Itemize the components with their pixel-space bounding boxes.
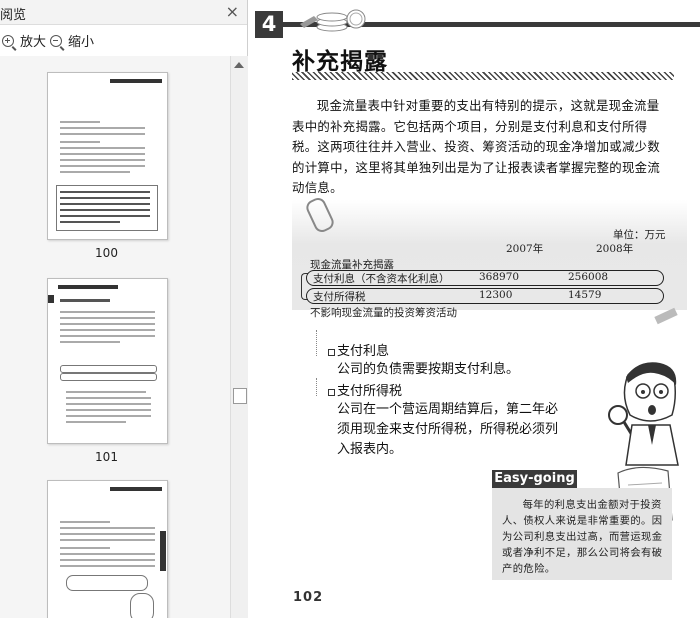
table-note: 不影响现金流量的投资筹资活动 — [310, 307, 457, 319]
thumbnail-page-100[interactable] — [47, 72, 168, 240]
zoom-out-label: 缩小 — [68, 35, 95, 50]
section-heading: 补充揭露 — [292, 48, 388, 75]
bullet-text-interest: 公司的负债需要按期支付利息。 — [337, 362, 520, 377]
close-icon[interactable]: × — [226, 2, 239, 21]
dotted-connector — [316, 378, 317, 396]
thumbnail-scrollbar[interactable] — [230, 56, 248, 618]
zoom-out-icon — [50, 34, 62, 47]
coins-illustration — [300, 9, 366, 32]
table-row: 支付所得税 12300 14579 — [306, 288, 664, 304]
scroll-up-arrow-icon[interactable] — [234, 62, 244, 68]
scrollbar-thumb[interactable] — [233, 388, 247, 404]
zoom-toolbar: 放大 缩小 — [0, 27, 247, 53]
easy-going-label: Easy-going — [492, 470, 577, 488]
bullet-square-icon — [328, 349, 335, 356]
table-row: 支付利息（不含资本化利息） 368970 256008 — [306, 270, 664, 286]
table-year-2008: 2008年 — [596, 243, 634, 255]
bullet-text-tax: 公司在一个营运周期结算后，第二年必须用现金来支付所得税，所得税必须列入报表内。 — [337, 402, 559, 457]
row-label: 支付所得税 — [313, 291, 366, 303]
row-value-2008: 256008 — [568, 271, 609, 283]
thumbnail-page-101[interactable] — [47, 278, 168, 444]
row-value-2008: 14579 — [568, 289, 602, 301]
thumbnail-label-100: 100 — [95, 246, 118, 260]
body-paragraph: 现金流量表中针对重要的支出有特别的提示，这就是现金流量表中的补充揭露。它包括两个… — [292, 98, 661, 195]
pencil-icon — [654, 307, 678, 325]
table-year-2007: 2007年 — [506, 243, 544, 255]
page-number: 102 — [293, 590, 324, 605]
pane-header: 阅览 × — [0, 0, 247, 25]
zoom-in-label: 放大 — [20, 35, 47, 50]
thumbnail-page-102[interactable] — [47, 480, 168, 618]
thumbnail-pane: 阅览 × 放大 缩小 100 101 — [0, 0, 248, 618]
zoom-in-button[interactable]: 放大 — [2, 31, 46, 50]
zoom-out-button[interactable]: 缩小 — [50, 31, 94, 50]
pane-title: 阅览 — [0, 8, 27, 23]
easy-going-text: 每年的利息支出金额对于投资人、债权人来说是非常重要的。因为公司利息支出过高，而营… — [502, 499, 663, 575]
table-unit: 单位：万元 — [613, 229, 666, 241]
bullet-square-icon — [328, 389, 335, 396]
chapter-number: 4 — [255, 11, 283, 38]
row-value-2007: 368970 — [479, 271, 520, 283]
dotted-connector — [316, 330, 317, 356]
zoom-in-icon — [2, 34, 14, 47]
row-label: 支付利息（不含资本化利息） — [313, 273, 450, 285]
thumbnail-label-101: 101 — [95, 450, 118, 464]
heading-underline — [292, 72, 674, 80]
document-page: 4 补充揭露 现金流量表中针对重要的支出有特别的提示，这就是现金流量表中的补充揭… — [248, 0, 700, 618]
bullet-title-interest: 支付利息 — [337, 344, 390, 359]
thumbnail-list: 100 101 — [0, 56, 230, 618]
row-value-2007: 12300 — [479, 289, 513, 301]
bullet-title-tax: 支付所得税 — [337, 384, 403, 399]
